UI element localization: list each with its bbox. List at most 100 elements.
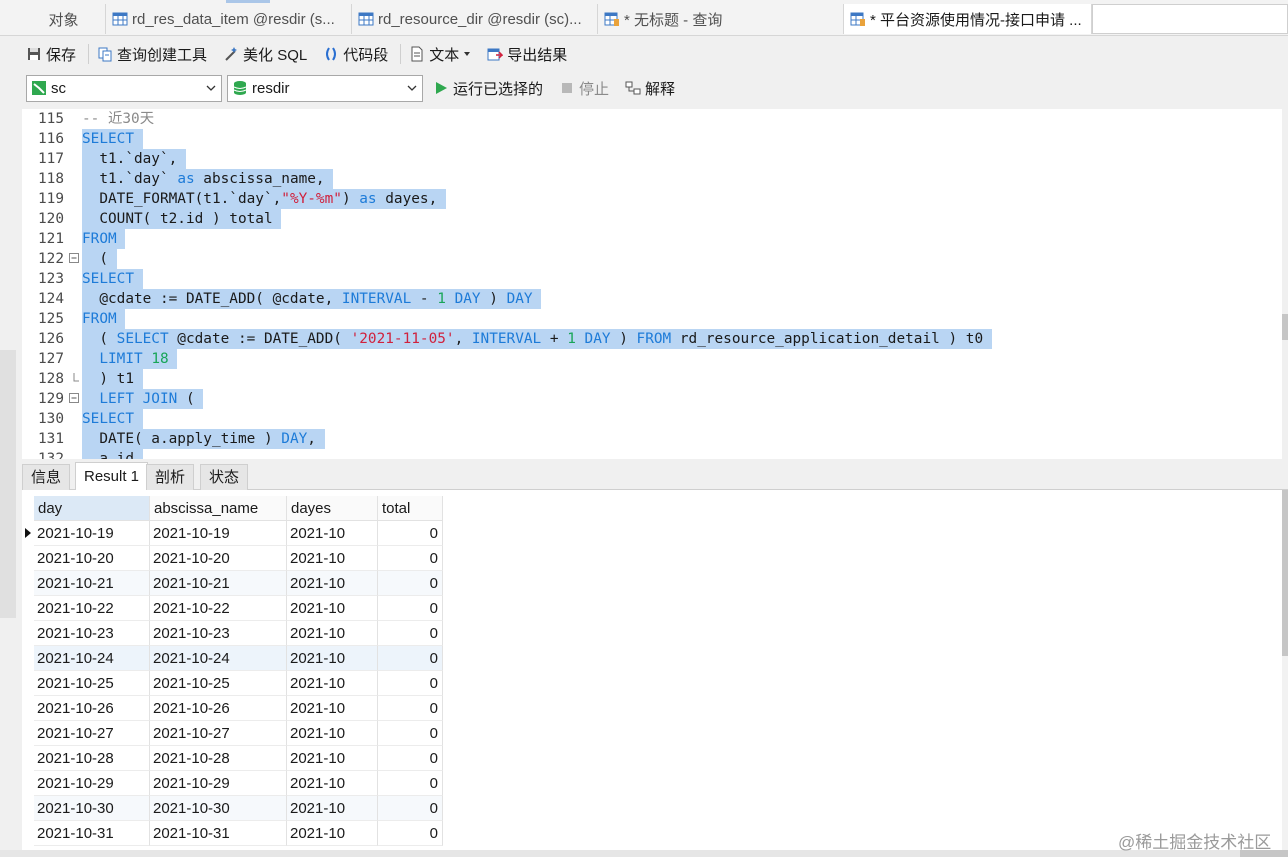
table-cell-dayes[interactable]: 2021-10 (287, 746, 378, 771)
table-row[interactable]: 2021-10-21 2021-10-21 2021-10 0 (22, 571, 443, 596)
table-cell-abscissa-name[interactable]: 2021-10-21 (150, 571, 287, 596)
table-row[interactable]: 2021-10-22 2021-10-22 2021-10 0 (22, 596, 443, 621)
editor-line[interactable]: 119 DATE_FORMAT(t1.`day`,"%Y-%m") as day… (22, 189, 1282, 209)
table-cell-abscissa-name[interactable]: 2021-10-22 (150, 596, 287, 621)
table-cell-abscissa-name[interactable]: 2021-10-23 (150, 621, 287, 646)
table-row[interactable]: 2021-10-24 2021-10-24 2021-10 0 (22, 646, 443, 671)
table-cell-total[interactable]: 0 (378, 646, 443, 671)
sql-editor[interactable]: 115 -- 近30天 116 SELECT 117 t1.`day`, 118 t1… (22, 109, 1282, 459)
horizontal-scrollbar[interactable] (0, 850, 1288, 857)
editor-line[interactable]: 125 FROM (22, 309, 1282, 329)
tab-info[interactable]: 信息 (22, 464, 71, 490)
table-cell-dayes[interactable]: 2021-10 (287, 646, 378, 671)
table-cell-day[interactable]: 2021-10-30 (34, 796, 150, 821)
table-row[interactable]: 2021-10-19 2021-10-19 2021-10 0 (22, 521, 443, 546)
table-cell-abscissa-name[interactable]: 2021-10-27 (150, 721, 287, 746)
table-row[interactable]: 2021-10-26 2021-10-26 2021-10 0 (22, 696, 443, 721)
table-cell-day[interactable]: 2021-10-21 (34, 571, 150, 596)
tab-profile[interactable]: 剖析 (146, 464, 195, 490)
editor-line[interactable]: 121 FROM (22, 229, 1282, 249)
column-header-abscissa-name[interactable]: abscissa_name (150, 496, 287, 521)
table-cell-day[interactable]: 2021-10-24 (34, 646, 150, 671)
table-cell-day[interactable]: 2021-10-23 (34, 621, 150, 646)
explain-button[interactable]: 解释 (625, 78, 675, 99)
table-cell-abscissa-name[interactable]: 2021-10-30 (150, 796, 287, 821)
tab-status[interactable]: 状态 (200, 464, 249, 490)
tab-rd-res-data-item[interactable]: rd_res_data_item @resdir (s... (106, 4, 352, 34)
table-cell-total[interactable]: 0 (378, 771, 443, 796)
beautify-sql-button[interactable]: 美化 SQL (223, 44, 307, 65)
table-row[interactable]: 2021-10-20 2021-10-20 2021-10 0 (22, 546, 443, 571)
table-cell-day[interactable]: 2021-10-31 (34, 821, 150, 846)
table-cell-dayes[interactable]: 2021-10 (287, 771, 378, 796)
editor-line[interactable]: 115 -- 近30天 (22, 109, 1282, 129)
fold-toggle-icon[interactable] (69, 393, 80, 404)
fold-toggle-icon[interactable] (69, 253, 80, 264)
table-cell-dayes[interactable]: 2021-10 (287, 796, 378, 821)
table-cell-day[interactable]: 2021-10-25 (34, 671, 150, 696)
table-cell-day[interactable]: 2021-10-22 (34, 596, 150, 621)
table-cell-abscissa-name[interactable]: 2021-10-19 (150, 521, 287, 546)
query-builder-button[interactable]: 查询创建工具 (97, 44, 207, 65)
tab-objects[interactable]: 对象 (22, 4, 106, 34)
table-cell-dayes[interactable]: 2021-10 (287, 571, 378, 596)
editor-line[interactable]: 131 DATE( a.apply_time ) DAY, (22, 429, 1282, 449)
editor-line[interactable]: 120 COUNT( t2.id ) total (22, 209, 1282, 229)
table-cell-total[interactable]: 0 (378, 746, 443, 771)
table-row[interactable]: 2021-10-29 2021-10-29 2021-10 0 (22, 771, 443, 796)
editor-line[interactable]: 128 ) t1 (22, 369, 1282, 389)
table-cell-day[interactable]: 2021-10-26 (34, 696, 150, 721)
table-cell-total[interactable]: 0 (378, 546, 443, 571)
table-cell-day[interactable]: 2021-10-27 (34, 721, 150, 746)
table-cell-day[interactable]: 2021-10-29 (34, 771, 150, 796)
table-cell-total[interactable]: 0 (378, 696, 443, 721)
editor-scrollbar-thumb[interactable] (1282, 314, 1288, 340)
table-cell-day[interactable]: 2021-10-20 (34, 546, 150, 571)
table-cell-total[interactable]: 0 (378, 596, 443, 621)
tab-untitled-query[interactable]: * 无标题 - 查询 (598, 4, 844, 34)
grid-scrollbar-thumb[interactable] (1282, 490, 1288, 656)
table-row[interactable]: 2021-10-30 2021-10-30 2021-10 0 (22, 796, 443, 821)
table-cell-day[interactable]: 2021-10-28 (34, 746, 150, 771)
table-cell-total[interactable]: 0 (378, 521, 443, 546)
column-header-total[interactable]: total (378, 496, 443, 521)
editor-line[interactable]: 122 ( (22, 249, 1282, 269)
table-cell-abscissa-name[interactable]: 2021-10-26 (150, 696, 287, 721)
table-cell-abscissa-name[interactable]: 2021-10-31 (150, 821, 287, 846)
tab-platform-usage-query[interactable]: * 平台资源使用情况-接口申请 ... (844, 4, 1092, 34)
table-row[interactable]: 2021-10-28 2021-10-28 2021-10 0 (22, 746, 443, 771)
table-cell-abscissa-name[interactable]: 2021-10-28 (150, 746, 287, 771)
table-row[interactable]: 2021-10-27 2021-10-27 2021-10 0 (22, 721, 443, 746)
grid-scrollbar[interactable] (1282, 490, 1288, 850)
table-cell-dayes[interactable]: 2021-10 (287, 546, 378, 571)
editor-line[interactable]: 129 LEFT JOIN ( (22, 389, 1282, 409)
table-cell-total[interactable]: 0 (378, 571, 443, 596)
text-mode-button[interactable]: 文本 (409, 44, 471, 65)
table-cell-dayes[interactable]: 2021-10 (287, 721, 378, 746)
run-selected-button[interactable]: 运行已选择的 (433, 78, 543, 99)
editor-line[interactable]: 116 SELECT (22, 129, 1282, 149)
database-select[interactable]: resdir (227, 74, 423, 102)
editor-line[interactable]: 127 LIMIT 18 (22, 349, 1282, 369)
table-row[interactable]: 2021-10-31 2021-10-31 2021-10 0 (22, 821, 443, 846)
editor-line[interactable]: 117 t1.`day`, (22, 149, 1282, 169)
table-cell-total[interactable]: 0 (378, 721, 443, 746)
table-cell-day[interactable]: 2021-10-19 (34, 521, 150, 546)
table-cell-total[interactable]: 0 (378, 621, 443, 646)
tab-rd-resource-dir[interactable]: rd_resource_dir @resdir (sc)... (352, 4, 598, 34)
table-row[interactable]: 2021-10-25 2021-10-25 2021-10 0 (22, 671, 443, 696)
connection-select[interactable]: sc (26, 74, 222, 102)
table-cell-abscissa-name[interactable]: 2021-10-24 (150, 646, 287, 671)
editor-line[interactable]: 118 t1.`day` as abscissa_name, (22, 169, 1282, 189)
column-header-day[interactable]: day (34, 496, 150, 521)
table-cell-abscissa-name[interactable]: 2021-10-25 (150, 671, 287, 696)
result-grid[interactable]: day abscissa_name dayes total 2021-10-19… (22, 490, 1282, 850)
editor-line[interactable]: 126 ( SELECT @cdate := DATE_ADD( '2021-1… (22, 329, 1282, 349)
table-cell-total[interactable]: 0 (378, 671, 443, 696)
table-cell-total[interactable]: 0 (378, 796, 443, 821)
table-cell-dayes[interactable]: 2021-10 (287, 696, 378, 721)
save-button[interactable]: 保存 (26, 44, 76, 65)
table-cell-dayes[interactable]: 2021-10 (287, 596, 378, 621)
column-header-dayes[interactable]: dayes (287, 496, 378, 521)
editor-line[interactable]: 130 SELECT (22, 409, 1282, 429)
